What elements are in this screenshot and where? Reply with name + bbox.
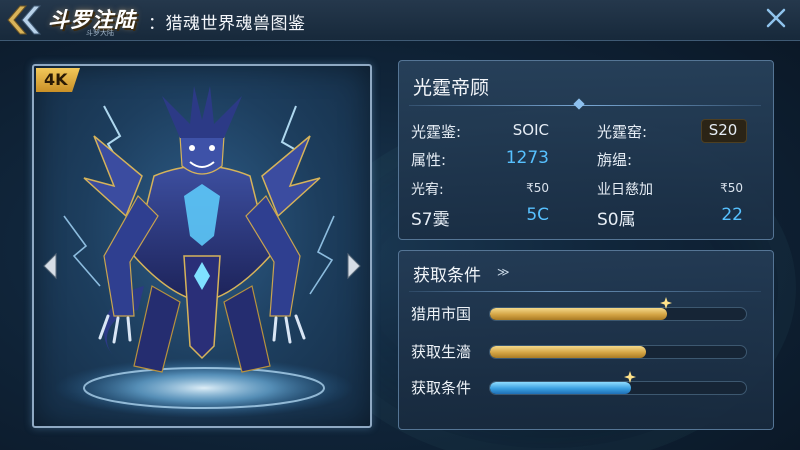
stat-value: S20 [708, 121, 738, 139]
sparkle-icon [659, 297, 672, 309]
close-button[interactable] [764, 6, 788, 30]
stat-label: S0属 [597, 210, 636, 230]
condition-progress-track [489, 307, 747, 321]
condition-progress-track [489, 381, 747, 395]
stat-label: 业日慈加 [597, 182, 653, 198]
stat-value: ₹50 [526, 181, 549, 195]
triangle-left-icon [43, 252, 57, 280]
stat-value: 22 [721, 205, 743, 225]
stat-label: 光霆窑: [597, 123, 648, 141]
condition-label: 猎用市国 [411, 305, 472, 323]
back-button[interactable] [0, 0, 46, 40]
game-logo-subtext: 斗罗大陆 [86, 29, 114, 37]
beast-illustration [54, 86, 354, 418]
page-title: ：猎魂世界魂兽图鉴 [148, 14, 306, 34]
stat-label: 属性: [411, 151, 447, 169]
condition-label: 获取条件 [411, 379, 472, 397]
condition-progress-fill [490, 346, 647, 358]
stat-value: 1273 [505, 148, 549, 168]
beast-codex-screen: 斗罗注陆 斗罗大陆 ：猎魂世界魂兽图鉴 4K 光霆帝顾 光霆鉴: SOIC 光霆… [0, 0, 800, 450]
stat-label: 旃缊: [597, 151, 633, 169]
next-beast-button[interactable] [346, 252, 362, 280]
acquisition-divider [409, 291, 761, 292]
stat-value: 5C [526, 205, 549, 225]
acquisition-panel: 获取条件 ≫ 猎用市国 获取生濇 获取条件 [398, 250, 774, 430]
stat-value: SOIC [512, 121, 549, 139]
beast-name: 光霆帝顾 [413, 77, 490, 99]
sparkle-icon [623, 371, 636, 383]
name-divider [409, 105, 761, 106]
close-icon [766, 8, 786, 28]
stat-value: ₹50 [720, 181, 743, 195]
beast-info-panel: 光霆帝顾 光霆鉴: SOIC 光霆窑: S20 属性: 1273 旃缊: 光宥:… [398, 60, 774, 240]
stat-label: 光霆鉴: [411, 123, 462, 141]
condition-progress-fill [490, 308, 667, 320]
divider-diamond [573, 98, 585, 110]
previous-beast-button[interactable] [42, 252, 58, 280]
condition-label: 获取生濇 [411, 343, 472, 361]
condition-progress-track [489, 345, 747, 359]
double-arrow-right-icon[interactable]: ≫ [497, 265, 510, 279]
top-bar: 斗罗注陆 斗罗大陆 ：猎魂世界魂兽图鉴 [0, 0, 800, 41]
triangle-right-icon [347, 252, 361, 280]
double-chevron-left-icon [7, 5, 42, 35]
condition-progress-fill [490, 382, 631, 394]
acquisition-title: 获取条件 [413, 266, 481, 286]
stat-label: S7霙 [411, 210, 450, 230]
stat-label: 光宥: [411, 182, 444, 198]
beast-portrait-panel: 4K [32, 64, 372, 428]
